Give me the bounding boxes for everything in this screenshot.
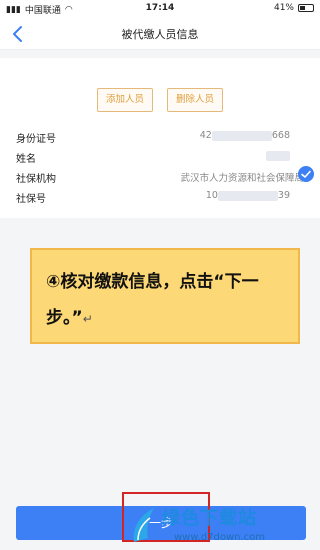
info-value: 武汉市人力资源和社会保障局 [180,173,304,184]
instruction-callout: ④核对缴款信息，点击“下一步。”↵ [30,248,300,344]
status-right: 41% [274,3,314,13]
info-label: 姓名 [16,154,36,165]
watermark: 绿色下载站 www.d7down.com [128,500,320,550]
info-label: 身份证号 [16,134,56,145]
add-member-button[interactable]: 添加人员 [96,88,153,112]
watermark-title: 绿色下载站 [162,508,257,529]
battery-icon [298,4,314,12]
watermark-url: www.d7down.com [174,532,266,543]
action-row: 添加人员 删除人员 [0,88,320,112]
info-value [266,150,290,161]
delete-member-button[interactable]: 删除人员 [167,88,224,112]
status-bar: ▮▮▮ 中国联通 ◠ 17:14 41% [0,0,320,18]
info-row-agency: 社保机构 武汉市人力资源和社会保障局 [0,166,320,186]
status-time: 17:14 [145,3,175,13]
return-mark: ↵ [82,312,93,326]
info-list: 身份证号 42 668 姓名 社保机构 武汉市人力资源和社会保障局 社保号 10 3… [0,126,320,206]
info-label: 社保机构 [16,174,56,185]
page-title: 被代缴人员信息 [121,28,199,41]
info-row-id-number: 身份证号 42 668 [0,126,320,146]
instruction-text: ④核对缴款信息，点击“下一步。”↵ [46,272,259,328]
info-row-name: 姓名 [0,146,320,166]
info-row-social-security-number: 社保号 10 39 [0,186,320,206]
watermark-logo-icon [133,508,154,542]
member-info-card: 添加人员 删除人员 身份证号 42 668 姓名 社保机构 武汉市人力资源和社会保… [0,58,320,218]
redacted-block [211,130,272,141]
redacted-block [266,150,290,161]
info-label: 社保号 [16,194,46,205]
info-value: 10 39 [205,190,290,201]
nav-bar: 被代缴人员信息 [0,18,320,50]
redacted-block [217,190,278,201]
checkmark-icon[interactable] [298,166,314,182]
battery-percent: 41% [273,3,294,13]
info-value: 42 668 [199,130,290,141]
